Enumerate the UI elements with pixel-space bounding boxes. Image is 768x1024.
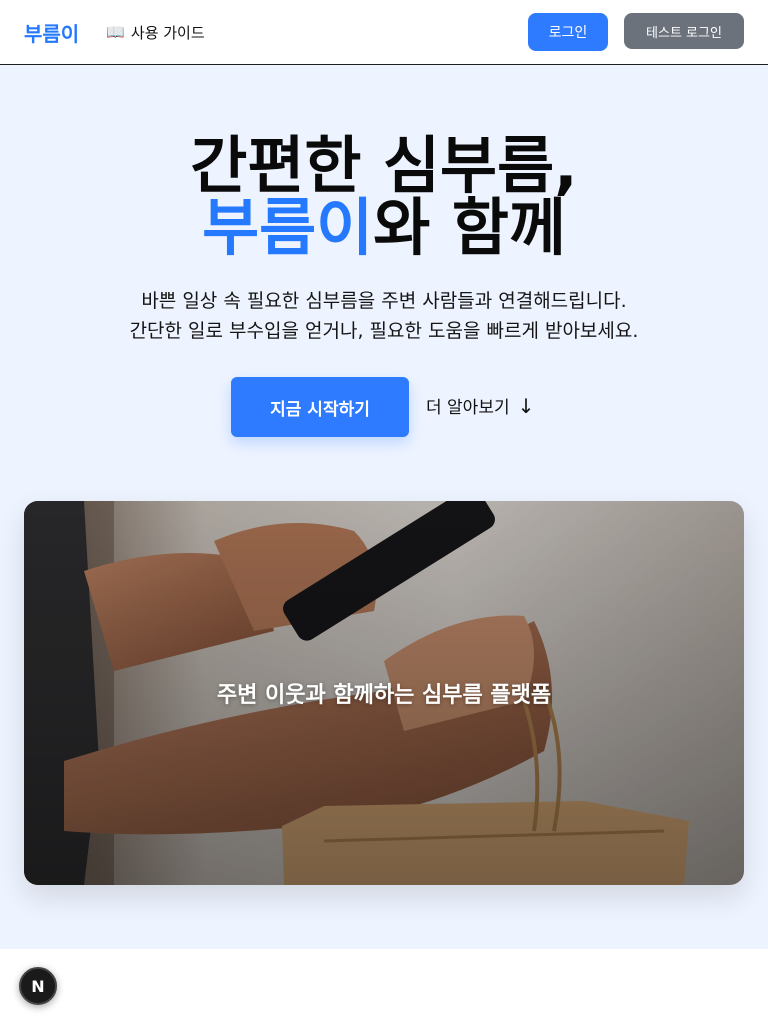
hero-section: 간편한 심부름, 부름이와 함께 바쁜 일상 속 필요한 심부름을 주변 사람들…: [0, 65, 768, 949]
start-now-button[interactable]: 지금 시작하기: [231, 377, 409, 437]
test-login-button[interactable]: 테스트 로그인: [624, 13, 744, 49]
login-button[interactable]: 로그인: [528, 13, 608, 51]
image-caption: 주변 이웃과 함께하는 심부름 플랫폼: [216, 683, 552, 708]
hero-description: 바쁜 일상 속 필요한 심부름을 주변 사람들과 연결해드립니다. 간단한 일로…: [0, 286, 768, 346]
description-line1: 바쁜 일상 속 필요한 심부름을 주변 사람들과 연결해드립니다.: [141, 290, 627, 312]
hero-headline: 간편한 심부름, 부름이와 함께: [0, 135, 768, 259]
learn-more-label: 더 알아보기: [426, 398, 510, 418]
guide-link[interactable]: 📖 사용 가이드: [106, 22, 204, 43]
nextjs-dev-badge[interactable]: N: [19, 967, 57, 1005]
learn-more-link[interactable]: 더 알아보기 ↓: [426, 393, 535, 419]
headline-accent: 부름이: [202, 191, 374, 264]
header-actions: 로그인 테스트 로그인: [528, 13, 744, 51]
headline-line2: 와 함께: [373, 191, 566, 264]
logo[interactable]: 부름이: [24, 18, 79, 47]
top-nav: 부름이 📖 사용 가이드 로그인 테스트 로그인: [0, 0, 768, 65]
description-line2: 간단한 일로 부수입을 얻거나, 필요한 도움을 빠르게 받아보세요.: [129, 320, 639, 342]
book-icon: 📖: [106, 23, 125, 41]
guide-link-label: 사용 가이드: [130, 23, 205, 42]
arrow-down-icon: ↓: [517, 393, 535, 418]
hero-image: 주변 이웃과 함께하는 심부름 플랫폼: [24, 501, 744, 885]
